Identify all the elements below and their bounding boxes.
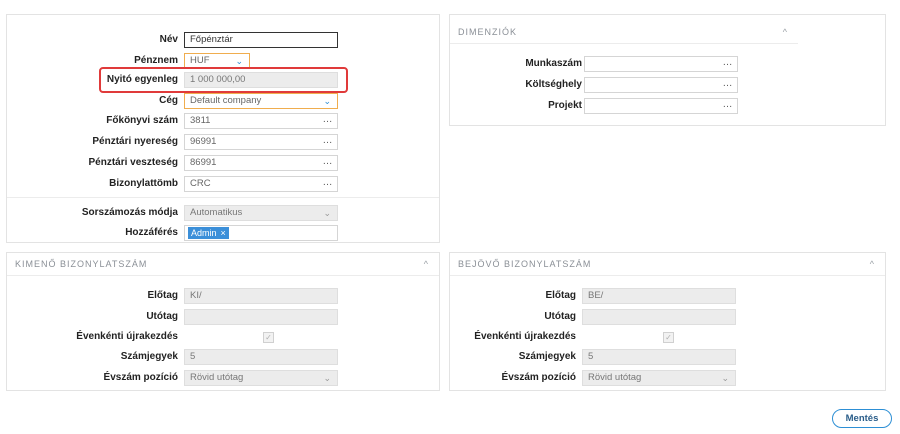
- divider: [7, 197, 439, 198]
- more-icon[interactable]: …: [723, 57, 734, 69]
- remove-tag-icon[interactable]: ×: [221, 228, 226, 238]
- outgoing-suffix-label: Utótag: [146, 311, 178, 322]
- outgoing-yearly-label: Évenkénti újrakezdés: [76, 331, 178, 342]
- access-label: Hozzáférés: [125, 227, 178, 238]
- dimensions-panel: DIMENZIÓK ^ Munkaszám … Költséghely … Pr…: [449, 14, 886, 126]
- currency-value: HUF: [190, 55, 210, 66]
- outgoing-title: KIMENŐ BIZONYLATSZÁM: [15, 259, 148, 269]
- incoming-year-position-select[interactable]: Rövid utótag ⌄: [582, 370, 736, 386]
- document-block-label: Bizonylattömb: [109, 178, 178, 189]
- chevron-up-icon[interactable]: ^: [783, 21, 788, 43]
- document-block-value: CRC: [190, 178, 211, 189]
- incoming-prefix-field[interactable]: BE/: [582, 288, 736, 304]
- cash-loss-value: 86991: [190, 157, 217, 168]
- outgoing-prefix-label: Előtag: [147, 290, 178, 301]
- general-panel: Név Főpénztár Pénznem HUF ⌄ Nyitó egyenl…: [6, 14, 440, 243]
- chevron-down-icon: ⌄: [721, 373, 729, 383]
- chevron-down-icon: ⌄: [323, 373, 331, 383]
- chevron-down-icon: ⌄: [235, 56, 243, 66]
- numbering-mode-select[interactable]: Automatikus ⌄: [184, 205, 338, 221]
- cash-gain-value: 96991: [190, 136, 217, 147]
- outgoing-year-position-label: Évszám pozíció: [103, 372, 178, 383]
- name-field[interactable]: Főpénztár: [184, 32, 338, 48]
- document-block-field[interactable]: CRC …: [184, 176, 338, 192]
- outgoing-header[interactable]: KIMENŐ BIZONYLATSZÁM ^: [7, 253, 439, 276]
- incoming-year-position-value: Rövid utótag: [588, 372, 642, 383]
- chevron-down-icon: ⌄: [323, 208, 331, 218]
- cost-center-label: Költséghely: [525, 79, 582, 90]
- incoming-header[interactable]: BEJÖVŐ BIZONYLATSZÁM ^: [450, 253, 885, 276]
- company-value: Default company: [190, 95, 262, 106]
- more-icon[interactable]: …: [323, 156, 334, 168]
- ledger-number-label: Főkönyvi szám: [106, 115, 178, 126]
- work-number-label: Munkaszám: [525, 58, 582, 69]
- numbering-mode-value: Automatikus: [190, 207, 243, 218]
- incoming-digits-label: Számjegyek: [518, 351, 576, 362]
- more-icon[interactable]: …: [723, 99, 734, 111]
- ledger-number-field[interactable]: 3811 …: [184, 113, 338, 129]
- cash-loss-field[interactable]: 86991 …: [184, 155, 338, 171]
- incoming-suffix-label: Utótag: [544, 311, 576, 322]
- work-number-field[interactable]: …: [584, 56, 738, 72]
- company-select[interactable]: Default company ⌄: [184, 93, 338, 109]
- outgoing-yearly-checkbox[interactable]: ✓: [263, 332, 274, 343]
- project-label: Projekt: [548, 100, 582, 111]
- outgoing-year-position-select[interactable]: Rövid utótag ⌄: [184, 370, 338, 386]
- more-icon[interactable]: …: [323, 135, 334, 147]
- incoming-number-panel: BEJÖVŐ BIZONYLATSZÁM ^ Előtag BE/ Utótag…: [449, 252, 886, 391]
- incoming-title: BEJÖVŐ BIZONYLATSZÁM: [458, 259, 592, 269]
- chevron-up-icon[interactable]: ^: [424, 253, 429, 275]
- cash-gain-field[interactable]: 96991 …: [184, 134, 338, 150]
- cost-center-field[interactable]: …: [584, 77, 738, 93]
- outgoing-number-panel: KIMENŐ BIZONYLATSZÁM ^ Előtag KI/ Utótag…: [6, 252, 440, 391]
- incoming-year-position-label: Évszám pozíció: [501, 372, 576, 383]
- outgoing-prefix-field[interactable]: KI/: [184, 288, 338, 304]
- outgoing-digits-label: Számjegyek: [120, 351, 178, 362]
- access-tag-label: Admin: [191, 228, 217, 238]
- dimensions-header[interactable]: DIMENZIÓK ^: [450, 21, 798, 43]
- access-tag: Admin ×: [188, 227, 229, 239]
- access-field[interactable]: Admin ×: [184, 225, 338, 241]
- numbering-mode-label: Sorszámozás módja: [81, 207, 178, 218]
- incoming-suffix-field[interactable]: [582, 309, 736, 325]
- more-icon[interactable]: …: [323, 114, 334, 126]
- chevron-down-icon: ⌄: [323, 96, 331, 106]
- cash-loss-label: Pénztári veszteség: [88, 157, 179, 168]
- opening-balance-label: Nyitó egyenleg: [106, 74, 178, 85]
- chevron-up-icon[interactable]: ^: [870, 253, 875, 275]
- incoming-prefix-label: Előtag: [545, 290, 576, 301]
- dimensions-title: DIMENZIÓK: [458, 27, 518, 37]
- outgoing-suffix-field[interactable]: [184, 309, 338, 325]
- outgoing-year-position-value: Rövid utótag: [190, 372, 244, 383]
- dimensions-divider: [450, 43, 798, 44]
- ledger-number-value: 3811: [190, 115, 211, 126]
- incoming-yearly-checkbox[interactable]: ✓: [663, 332, 674, 343]
- more-icon[interactable]: …: [723, 78, 734, 90]
- company-label: Cég: [159, 95, 178, 106]
- opening-balance-field[interactable]: 1 000 000,00: [184, 72, 338, 88]
- project-field[interactable]: …: [584, 98, 738, 114]
- cash-gain-label: Pénztári nyereség: [92, 136, 178, 147]
- more-icon[interactable]: …: [323, 177, 334, 189]
- save-button[interactable]: Mentés: [832, 409, 892, 428]
- outgoing-digits-field[interactable]: 5: [184, 349, 338, 365]
- incoming-yearly-label: Évenkénti újrakezdés: [474, 331, 576, 342]
- name-label: Név: [159, 34, 178, 45]
- incoming-digits-field[interactable]: 5: [582, 349, 736, 365]
